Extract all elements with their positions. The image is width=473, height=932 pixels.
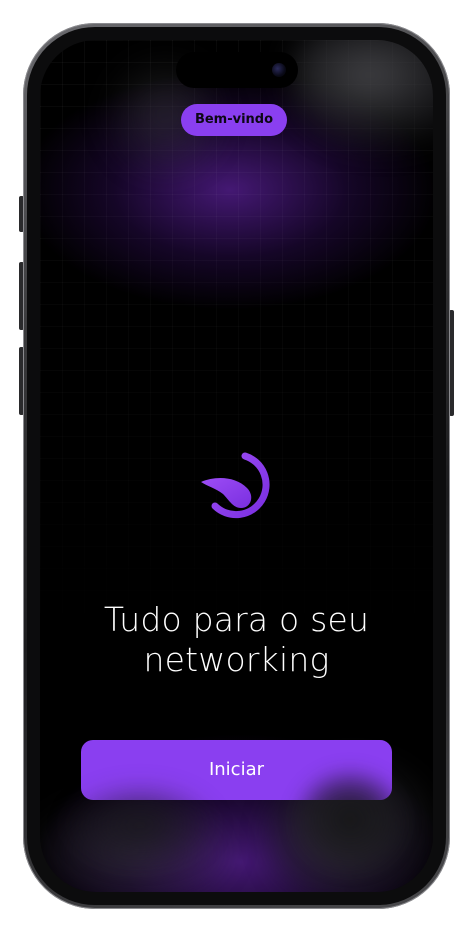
app-logo-icon: [195, 444, 279, 528]
device-mockup: Bem-vindo Tudo para o seu networking Ini…: [0, 0, 473, 932]
headline-line-1: Tudo para o seu: [103, 600, 370, 639]
welcome-badge: Bem-vindo: [181, 104, 287, 136]
dynamic-island: [176, 52, 298, 88]
decorative-blob: [290, 765, 410, 875]
welcome-screen: Bem-vindo Tudo para o seu networking Ini…: [40, 40, 433, 892]
decorative-blob: [60, 780, 220, 870]
phone-frame: Bem-vindo Tudo para o seu networking Ini…: [23, 23, 450, 909]
headline: Tudo para o seu networking: [60, 600, 413, 680]
headline-line-2: networking: [143, 640, 330, 679]
camera-icon: [272, 63, 286, 77]
